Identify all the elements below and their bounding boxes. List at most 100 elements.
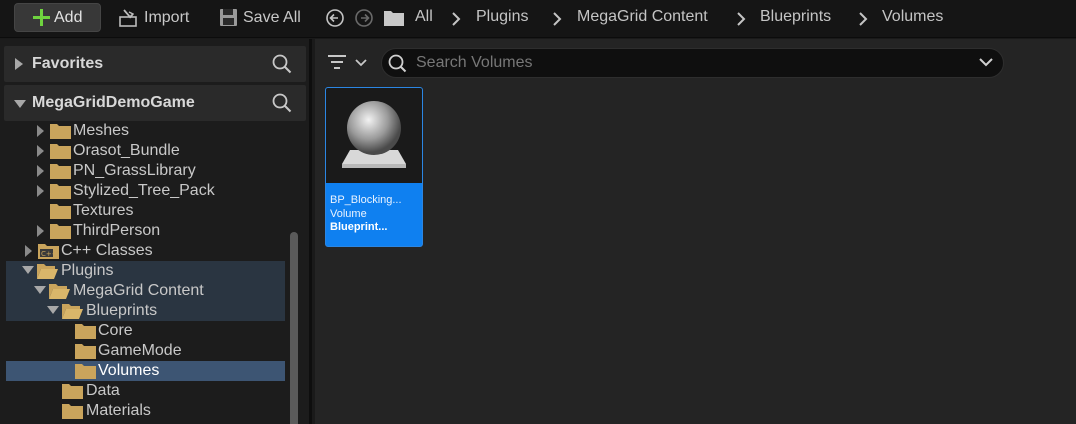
save-all-button[interactable]: Save All: [219, 3, 301, 32]
folder-icon: [50, 224, 71, 239]
caret-right-icon: [37, 185, 44, 197]
tree-item-megagrid-content[interactable]: MegaGrid Content: [6, 281, 285, 301]
folder-icon: [75, 364, 96, 379]
caret-down-icon: [34, 286, 46, 294]
folder-icon: [50, 184, 71, 199]
cpp-folder-icon: C++: [38, 244, 59, 259]
tree-item-label: Plugins: [61, 262, 114, 279]
tree-item-pn-grasslibrary[interactable]: PN_GrassLibrary: [0, 161, 285, 181]
tree-item-label: Blueprints: [86, 302, 158, 319]
plus-icon: [33, 9, 50, 26]
save-all-label: Save All: [243, 8, 301, 26]
toolbar: Add Import Save All All Plugins MegaGrid…: [0, 0, 1076, 38]
chevron-right-icon: [553, 12, 562, 26]
breadcrumb-volumes[interactable]: Volumes: [882, 8, 943, 26]
search-placeholder: Search Volumes: [416, 54, 533, 71]
caret-right-icon: [15, 58, 23, 70]
asset-thumbnail: [326, 88, 422, 183]
asset-tile[interactable]: BP_Blocking... Volume Blueprint...: [325, 87, 423, 247]
tree-item-label: MegaGrid Content: [73, 282, 204, 299]
sources-panel: Favorites MegaGridDemoGame Meshes Orasot…: [0, 39, 312, 424]
chevron-down-icon: [355, 59, 367, 67]
caret-right-icon: [37, 165, 44, 177]
forward-icon[interactable]: [354, 8, 374, 28]
tree-item-stylized-tree-pack[interactable]: Stylized_Tree_Pack: [0, 181, 285, 201]
chevron-down-icon[interactable]: [979, 57, 993, 67]
tree-item-materials[interactable]: Materials: [0, 401, 285, 421]
search-icon[interactable]: [272, 54, 292, 74]
caret-down-icon: [47, 306, 59, 314]
tree-item-label: Core: [98, 322, 133, 339]
search-input[interactable]: Search Volumes: [381, 48, 1004, 78]
tree-item-gamemode[interactable]: GameMode: [0, 341, 285, 361]
tree-item-label: Data: [86, 382, 120, 399]
search-icon[interactable]: [272, 93, 292, 113]
tree-item-core[interactable]: Core: [0, 321, 285, 341]
add-label: Add: [54, 8, 83, 26]
folder-icon: [50, 204, 71, 219]
caret-right-icon: [37, 225, 44, 237]
import-label: Import: [144, 8, 190, 26]
breadcrumb-all[interactable]: All: [415, 8, 433, 26]
caret-down-icon: [22, 266, 34, 274]
tree-item-cpp-classes[interactable]: C++ C++ Classes: [0, 241, 285, 261]
breadcrumb-plugins[interactable]: Plugins: [476, 8, 528, 26]
tree-item-orasot-bundle[interactable]: Orasot_Bundle: [0, 141, 285, 161]
import-icon: [119, 8, 137, 27]
tree-item-meshes[interactable]: Meshes: [0, 121, 285, 141]
breadcrumb-blueprints[interactable]: Blueprints: [760, 8, 831, 26]
blocking-volume-icon: [342, 101, 406, 168]
search-icon: [388, 54, 407, 73]
folder-icon[interactable]: [383, 9, 405, 27]
folder-icon: [62, 404, 83, 419]
folder-icon: [50, 124, 71, 139]
tree-item-textures[interactable]: Textures: [0, 201, 285, 221]
add-button[interactable]: Add: [14, 3, 101, 32]
favorites-header[interactable]: Favorites: [4, 46, 306, 82]
tree-item-data[interactable]: Data: [0, 381, 285, 401]
project-label: MegaGridDemoGame: [32, 94, 195, 111]
folder-icon: [50, 164, 71, 179]
tree-item-blueprints[interactable]: Blueprints: [6, 301, 285, 321]
content-panel: Search Volumes BP_Blocking... Volume Blu…: [315, 39, 1076, 424]
folder-icon: [62, 384, 83, 399]
tree-item-label: Materials: [86, 402, 151, 419]
caret-down-icon: [14, 100, 26, 108]
tree-item-thirdperson[interactable]: ThirdPerson: [0, 221, 285, 241]
tree-item-label: Volumes: [98, 362, 160, 379]
folder-icon: [50, 144, 71, 159]
favorites-label: Favorites: [32, 55, 104, 72]
folder-icon: [75, 324, 96, 339]
save-icon: [220, 8, 237, 26]
tree-item-label: GameMode: [98, 342, 182, 359]
folder-open-icon: [49, 284, 70, 299]
tree-item-label: Stylized_Tree_Pack: [73, 182, 215, 199]
asset-name-line2: Volume: [330, 208, 367, 220]
caret-right-icon: [37, 145, 44, 157]
tree-scrollbar[interactable]: [290, 232, 298, 424]
tree-item-label: Meshes: [73, 122, 130, 139]
svg-text:C++: C++: [41, 250, 58, 258]
tree-item-label: Textures: [73, 202, 134, 219]
asset-type: Blueprint...: [330, 221, 388, 233]
tree-item-plugins[interactable]: Plugins: [6, 261, 285, 281]
filter-button[interactable]: [327, 53, 371, 77]
back-icon[interactable]: [325, 8, 345, 28]
chevron-right-icon: [859, 12, 868, 26]
tree-item-label: Orasot_Bundle: [73, 142, 180, 159]
tree-item-volumes[interactable]: Volumes: [6, 361, 285, 381]
caret-right-icon: [25, 245, 32, 257]
folder-icon: [75, 344, 96, 359]
tree-item-label: C++ Classes: [61, 242, 153, 259]
folder-open-icon: [62, 304, 83, 319]
chevron-right-icon: [452, 12, 461, 26]
tree-item-label: ThirdPerson: [73, 222, 161, 239]
folder-open-icon: [37, 264, 58, 279]
tree-item-label: PN_GrassLibrary: [73, 162, 196, 179]
import-button[interactable]: Import: [118, 3, 189, 32]
filter-icon: [328, 55, 346, 69]
breadcrumb-megagrid-content[interactable]: MegaGrid Content: [577, 8, 708, 26]
project-header[interactable]: MegaGridDemoGame: [4, 85, 306, 121]
caret-right-icon: [37, 125, 44, 137]
asset-name-line1: BP_Blocking...: [330, 194, 402, 206]
